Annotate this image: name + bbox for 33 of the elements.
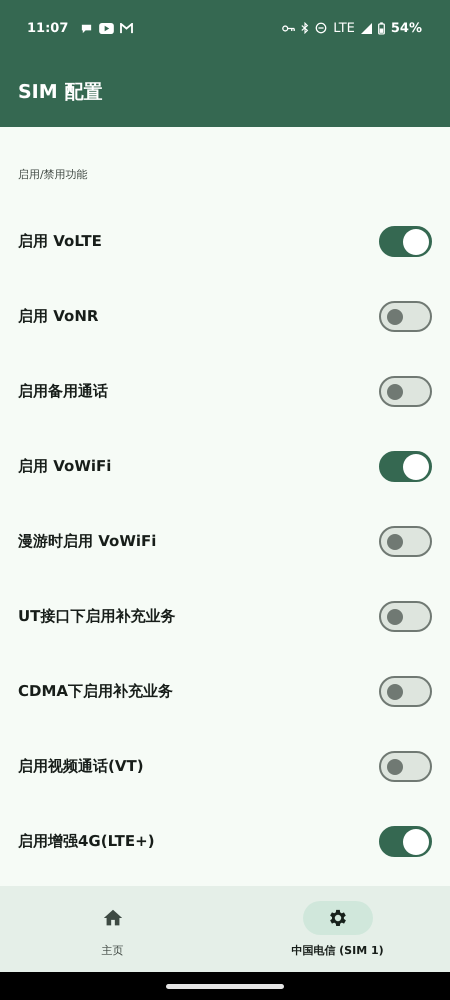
page-title: SIM 配置 <box>18 80 102 104</box>
battery-percent: 54% <box>390 20 422 36</box>
key-icon <box>282 24 296 32</box>
setting-label: CDMA下启用补充业务 <box>18 682 173 701</box>
nav-tab[interactable]: 主页 <box>0 886 225 972</box>
toggle-switch[interactable] <box>379 451 432 482</box>
setting-label: 启用 VoWiFi <box>18 457 112 476</box>
setting-label: 启用 VoNR <box>18 307 98 326</box>
setting-label: 漫游时启用 VoWiFi <box>18 532 156 551</box>
toggle-switch[interactable] <box>379 676 432 707</box>
setting-label: 启用增强4G(LTE+) <box>18 832 155 851</box>
battery-icon <box>378 22 385 34</box>
mail-icon <box>120 22 134 34</box>
toggle-switch[interactable] <box>379 226 432 257</box>
toggle-switch[interactable] <box>379 826 432 857</box>
status-time: 11:07 <box>27 20 68 36</box>
toggle-switch[interactable] <box>379 751 432 782</box>
network-type: LTE <box>333 20 355 36</box>
toggle-switch[interactable] <box>379 601 432 632</box>
section-header: 启用/禁用功能 <box>17 167 89 183</box>
toggle-switch[interactable] <box>379 376 432 407</box>
signal-icon <box>360 22 372 34</box>
play-icon <box>99 22 114 34</box>
setting-label: UT接口下启用补充业务 <box>18 607 176 626</box>
nav-tab[interactable]: 中国电信 (SIM 1) <box>225 886 450 972</box>
toggle-switch[interactable] <box>379 526 432 557</box>
setting-label: 启用视频通话(VT) <box>18 757 144 776</box>
do-not-disturb-icon <box>315 22 328 34</box>
bluetooth-icon <box>301 22 310 34</box>
setting-label: 启用 VoLTE <box>18 232 102 251</box>
toggle-switch[interactable] <box>379 301 432 332</box>
setting-label: 启用备用通话 <box>18 382 108 401</box>
gesture-bar[interactable] <box>166 984 284 988</box>
